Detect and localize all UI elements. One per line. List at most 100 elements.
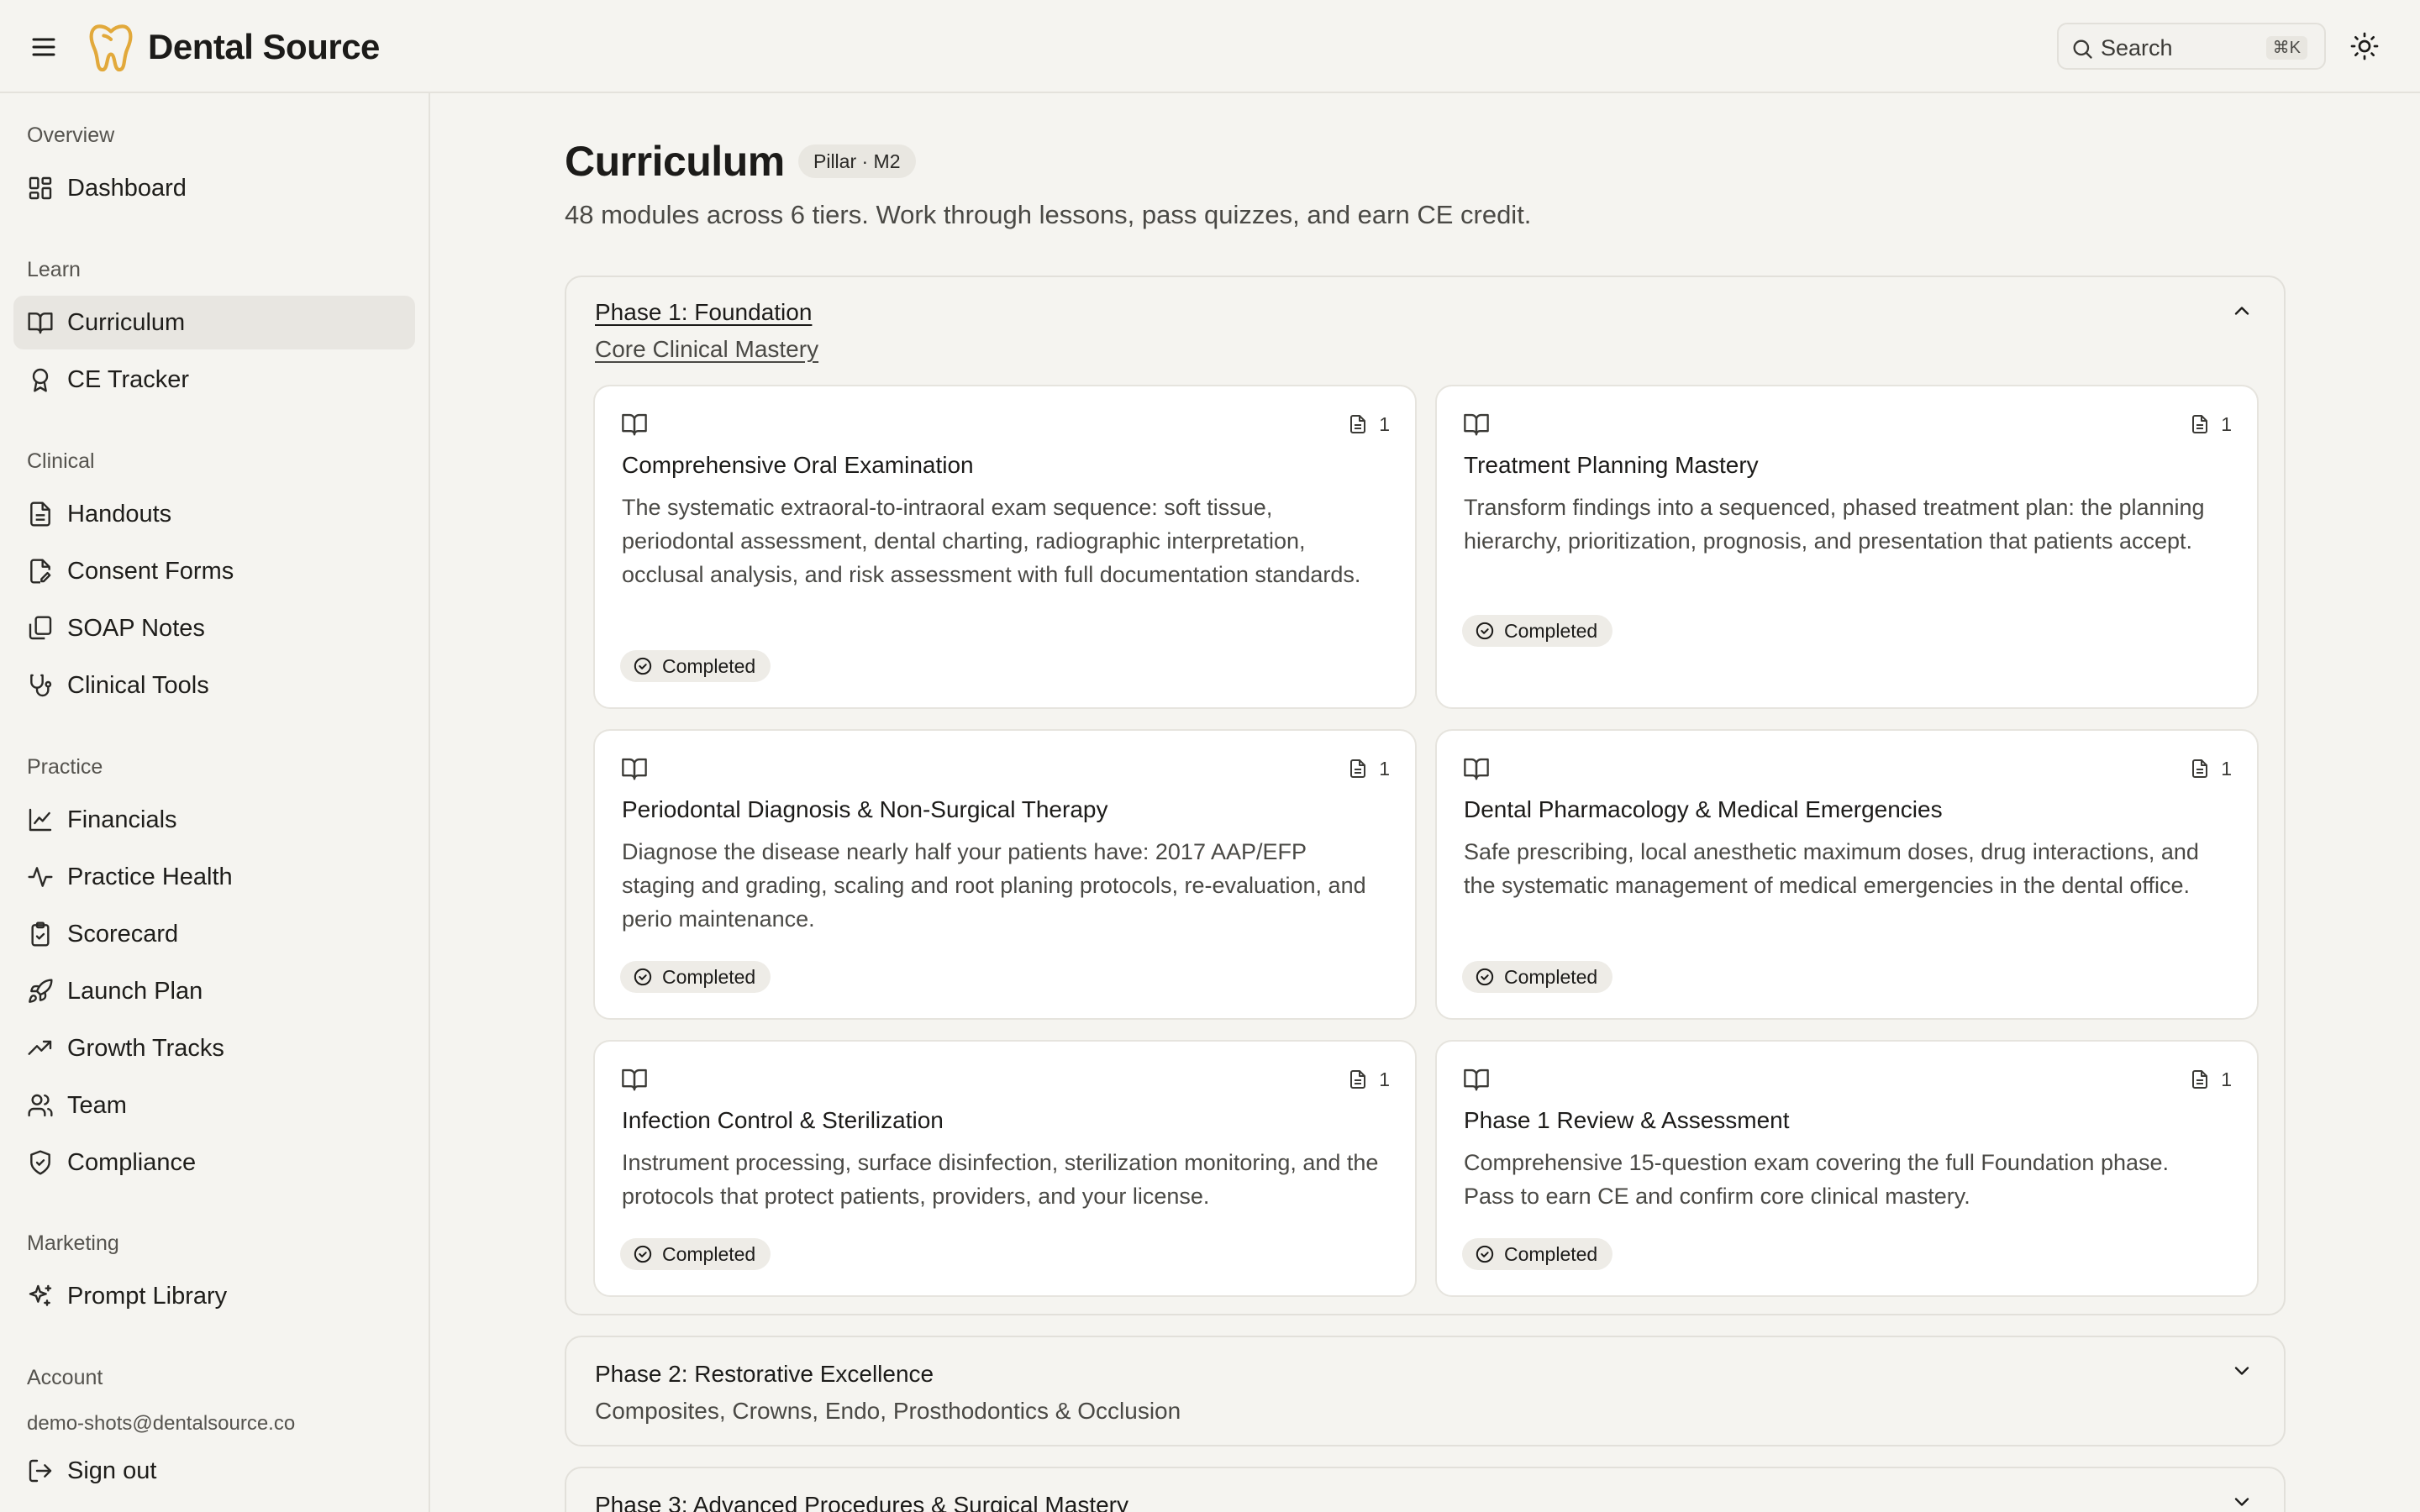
- module-card[interactable]: 1 Dental Pharmacology & Medical Emergenc…: [1435, 729, 2259, 1020]
- sidebar-item-label: CE Tracker: [67, 366, 190, 393]
- sidebar-item-curriculum[interactable]: Curriculum: [13, 296, 415, 349]
- check-circle-icon: [1476, 1245, 1494, 1263]
- sign-out-button[interactable]: Sign out: [13, 1444, 415, 1498]
- sidebar-item-consent-forms[interactable]: Consent Forms: [13, 544, 415, 598]
- file-text-icon: [2190, 1068, 2210, 1090]
- sidebar-item-label: Financials: [67, 806, 177, 833]
- check-circle-icon: [1476, 622, 1494, 640]
- sidebar-item-label: Compliance: [67, 1149, 197, 1176]
- status-text: Completed: [662, 655, 756, 677]
- lesson-count-value: 1: [2221, 413, 2232, 435]
- line-chart-icon: [27, 806, 54, 833]
- sidebar-section-learn: Learn: [27, 258, 81, 281]
- top-header: Dental Source Search ⌘K: [0, 0, 2420, 93]
- lesson-count-value: 1: [1379, 1068, 1390, 1090]
- sidebar-item-scorecard[interactable]: Scorecard: [13, 907, 415, 961]
- rocket-icon: [27, 978, 54, 1005]
- sidebar-item-label: Dashboard: [67, 175, 187, 202]
- file-text-icon: [1348, 413, 1368, 435]
- file-text-icon: [1348, 1068, 1368, 1090]
- sidebar-item-practice-health[interactable]: Practice Health: [13, 850, 415, 904]
- file-text-icon: [2190, 413, 2210, 435]
- module-description: Comprehensive 15-question exam covering …: [1464, 1150, 2170, 1209]
- menu-icon[interactable]: [29, 32, 59, 62]
- trending-up-icon: [27, 1035, 54, 1062]
- sidebar-section-overview: Overview: [27, 123, 115, 147]
- users-icon: [27, 1092, 54, 1119]
- phase-accordion-2[interactable]: Phase 2: Restorative Excellence Composit…: [565, 1336, 2286, 1446]
- lesson-count-value: 1: [2221, 758, 2232, 780]
- sidebar-item-financials[interactable]: Financials: [13, 793, 415, 847]
- completed-badge: Completed: [1462, 1238, 1613, 1270]
- sidebar-item-team[interactable]: Team: [13, 1079, 415, 1132]
- book-open-icon: [620, 756, 649, 781]
- book-open-icon: [620, 412, 649, 437]
- check-circle-icon: [634, 1245, 652, 1263]
- clipboard-copy-icon: [27, 615, 54, 642]
- search-icon: [2070, 37, 2094, 60]
- module-title: Infection Control & Sterilization: [622, 1107, 944, 1133]
- status-text: Completed: [662, 1243, 756, 1265]
- chevron-down-icon[interactable]: [2230, 1490, 2254, 1512]
- module-title: Treatment Planning Mastery: [1464, 452, 1759, 478]
- sun-icon[interactable]: [2349, 31, 2380, 61]
- sidebar-item-growth-tracks[interactable]: Growth Tracks: [13, 1021, 415, 1075]
- sidebar-item-dashboard[interactable]: Dashboard: [13, 161, 415, 215]
- module-card[interactable]: 1 Phase 1 Review & Assessment Comprehens…: [1435, 1040, 2259, 1297]
- completed-badge: Completed: [620, 961, 771, 993]
- module-title: Comprehensive Oral Examination: [622, 452, 974, 478]
- sidebar-item-label: Scorecard: [67, 921, 179, 948]
- sidebar-item-label: Clinical Tools: [67, 672, 209, 699]
- module-card[interactable]: 1 Treatment Planning Mastery Transform f…: [1435, 385, 2259, 709]
- sidebar-item-label: Launch Plan: [67, 978, 203, 1005]
- sign-out-label: Sign out: [67, 1457, 157, 1484]
- phase-subtitle[interactable]: Core Clinical Mastery: [595, 334, 818, 365]
- sidebar-item-handouts[interactable]: Handouts: [13, 487, 415, 541]
- phase-title[interactable]: Phase 1: Foundation: [595, 297, 812, 328]
- completed-badge: Completed: [1462, 615, 1613, 647]
- pillar-badge: Pillar · M2: [798, 144, 916, 178]
- sidebar-item-compliance[interactable]: Compliance: [13, 1136, 415, 1189]
- account-email: demo-shots@dentalsource.co: [27, 1412, 296, 1435]
- brand-name[interactable]: Dental Source: [148, 24, 380, 71]
- lesson-count-value: 1: [2221, 1068, 2232, 1090]
- phase-accordion-3[interactable]: Phase 3: Advanced Procedures & Surgical …: [565, 1467, 2286, 1512]
- page-subtitle: 48 modules across 6 tiers. Work through …: [565, 200, 1532, 229]
- book-open-icon: [620, 1067, 649, 1092]
- search-placeholder: Search: [2101, 35, 2173, 60]
- module-card[interactable]: 1 Periodontal Diagnosis & Non-Surgical T…: [593, 729, 1417, 1020]
- sidebar-item-label: Prompt Library: [67, 1283, 228, 1310]
- status-text: Completed: [662, 966, 756, 988]
- status-text: Completed: [1504, 620, 1598, 642]
- sidebar-section-practice: Practice: [27, 755, 103, 779]
- sidebar-item-clinical-tools[interactable]: Clinical Tools: [13, 659, 415, 712]
- lesson-count-value: 1: [1379, 413, 1390, 435]
- lesson-count-value: 1: [1379, 758, 1390, 780]
- chevron-up-icon[interactable]: [2230, 299, 2254, 323]
- check-circle-icon: [634, 657, 652, 675]
- shield-check-icon: [27, 1149, 54, 1176]
- search-box[interactable]: Search ⌘K: [2057, 23, 2326, 70]
- tooth-logo-icon[interactable]: [86, 20, 136, 74]
- chevron-down-icon[interactable]: [2230, 1359, 2254, 1383]
- completed-badge: Completed: [1462, 961, 1613, 993]
- sidebar: Overview Dashboard Learn Curriculum CE T…: [0, 93, 430, 1512]
- stethoscope-icon: [27, 672, 54, 699]
- module-title: Dental Pharmacology & Medical Emergencie…: [1464, 796, 1943, 822]
- module-description: The systematic extraoral-to-intraoral ex…: [622, 495, 1361, 587]
- sidebar-item-soap-notes[interactable]: SOAP Notes: [13, 601, 415, 655]
- sparkles-icon: [27, 1283, 54, 1310]
- layout-dashboard-icon: [27, 175, 54, 202]
- search-shortcut: ⌘K: [2265, 36, 2307, 60]
- module-description: Diagnose the disease nearly half your pa…: [622, 839, 1366, 932]
- module-title: Periodontal Diagnosis & Non-Surgical The…: [622, 796, 1108, 822]
- module-description: Transform findings into a sequenced, pha…: [1464, 495, 2205, 554]
- status-text: Completed: [1504, 1243, 1598, 1265]
- module-card[interactable]: 1 Comprehensive Oral Examination The sys…: [593, 385, 1417, 709]
- file-pen-icon: [27, 558, 54, 585]
- file-text-icon: [27, 501, 54, 528]
- sidebar-item-prompt-library[interactable]: Prompt Library: [13, 1269, 415, 1323]
- sidebar-item-ce-tracker[interactable]: CE Tracker: [13, 353, 415, 407]
- module-card[interactable]: 1 Infection Control & Sterilization Inst…: [593, 1040, 1417, 1297]
- sidebar-item-launch-plan[interactable]: Launch Plan: [13, 964, 415, 1018]
